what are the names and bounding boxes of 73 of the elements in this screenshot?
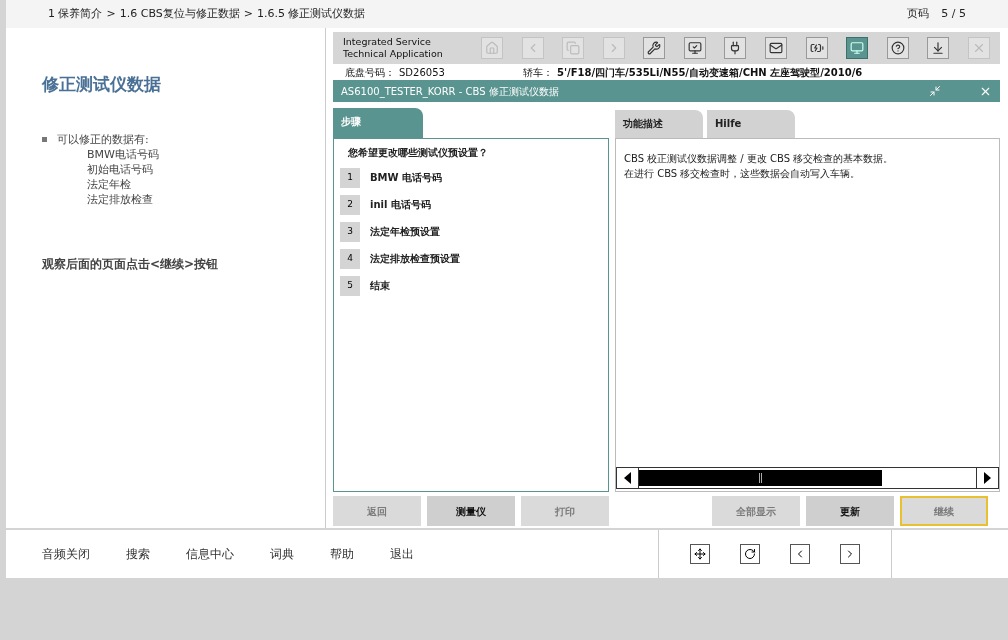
step-label[interactable]: 法定年检预设置 [370, 224, 440, 239]
breadcrumb-link[interactable]: 1.6 CBS复位与修正数据 [119, 5, 240, 23]
data-item: BMW电话号码 [86, 146, 159, 162]
bottom-nav-link[interactable]: 搜索 [126, 545, 150, 563]
data-item: 法定排放检查 [86, 191, 154, 207]
vehicle-label: 轿车： [523, 65, 553, 80]
battery-icon [809, 41, 824, 55]
bottom-nav-link[interactable]: 信息中心 [186, 545, 234, 563]
reload-icon [744, 548, 756, 560]
tab[interactable]: Hilfe [707, 110, 795, 138]
instruction-text: 观察后面的页面点击<继续>按钮 [42, 255, 220, 273]
next-button[interactable] [840, 544, 860, 564]
toolbar-button[interactable] [643, 37, 666, 59]
horizontal-scrollbar[interactable] [616, 467, 999, 489]
step-number: 2 [340, 194, 360, 215]
toolbar-button[interactable] [805, 37, 828, 59]
previous-button[interactable] [790, 544, 810, 564]
page-label: 页码 [907, 5, 930, 22]
app-brand: Integrated Service [343, 36, 432, 48]
scroll-left-icon[interactable] [624, 472, 631, 484]
monitor-icon [850, 41, 865, 55]
move-icon [694, 548, 706, 560]
home-icon [485, 41, 499, 55]
minimize-icon[interactable] [929, 85, 941, 97]
description-text: 在进行 CBS 移交检查时，这些数据会自动写入车辆。 [624, 167, 862, 181]
toolbar-button[interactable] [886, 37, 909, 59]
question-text: 您希望更改哪些测试仪预设置？ [347, 146, 489, 160]
intro-text: 可以修正的数据有: [57, 131, 150, 147]
step-number: 1 [340, 167, 360, 188]
bottom-nav-link[interactable]: 音频关闭 [42, 545, 90, 563]
download-icon [931, 41, 946, 55]
action-button[interactable]: 测量仪 [427, 496, 515, 526]
step-label[interactable]: BMW 电话号码 [370, 170, 443, 185]
vin-label: 底盘号码： [345, 65, 395, 80]
toolbar-button[interactable] [765, 37, 788, 59]
navigate-button[interactable] [690, 544, 710, 564]
page-number: 5 / 5 [941, 5, 966, 22]
toolbar-button[interactable] [683, 37, 706, 59]
wrench-icon [647, 41, 662, 55]
step-label[interactable]: 结束 [370, 278, 390, 293]
tab[interactable]: 功能描述 [615, 110, 703, 138]
scrollbar-thumb[interactable] [639, 470, 882, 486]
vin-value: SD26053 [399, 65, 446, 80]
bullet-icon [42, 136, 47, 142]
page-title: 修正测试仪数据 [42, 73, 162, 96]
toolbar-button[interactable] [724, 37, 747, 59]
monitor-check-icon [687, 41, 702, 55]
dialog-title: AS6100_TESTER_KORR - CBS 修正测试仪数据 [341, 84, 560, 99]
action-button[interactable]: 更新 [806, 496, 894, 526]
description-text: CBS 校正测试仪数据调整 / 更改 CBS 移交检查的基本数据。 [624, 152, 895, 166]
app-brand: Technical Application [343, 48, 444, 60]
grip-icon [758, 473, 762, 483]
breadcrumb-link[interactable]: 1 保养简介 [48, 5, 103, 23]
breadcrumb-separator: > [243, 5, 253, 22]
help-icon [890, 41, 905, 55]
mail-icon [769, 41, 784, 55]
step-label[interactable]: 法定排放检查预设置 [370, 251, 460, 266]
data-item: 初始电话号码 [86, 161, 154, 177]
data-item: 法定年检 [86, 176, 132, 192]
reload-button[interactable] [740, 544, 760, 564]
breadcrumb-separator: > [106, 5, 116, 22]
scroll-right-icon[interactable] [984, 472, 991, 484]
bottom-nav-link[interactable]: 帮助 [330, 545, 354, 563]
breadcrumb-link[interactable]: 1.6.5 修正测试仪数据 [256, 5, 366, 23]
step-number: 5 [340, 275, 360, 296]
toolbar-button[interactable] [927, 37, 950, 59]
step-number: 4 [340, 248, 360, 269]
bottom-nav-link[interactable]: 退出 [390, 545, 414, 563]
bottom-nav-link[interactable]: 词典 [270, 545, 294, 563]
step-number: 3 [340, 221, 360, 242]
step-label[interactable]: inil 电话号码 [370, 197, 431, 212]
copy-icon [566, 41, 581, 55]
vehicle-value: 5'/F18/四门车/535Li/N55/自动变速箱/CHN 左座驾驶型/2010/6 [557, 65, 863, 80]
